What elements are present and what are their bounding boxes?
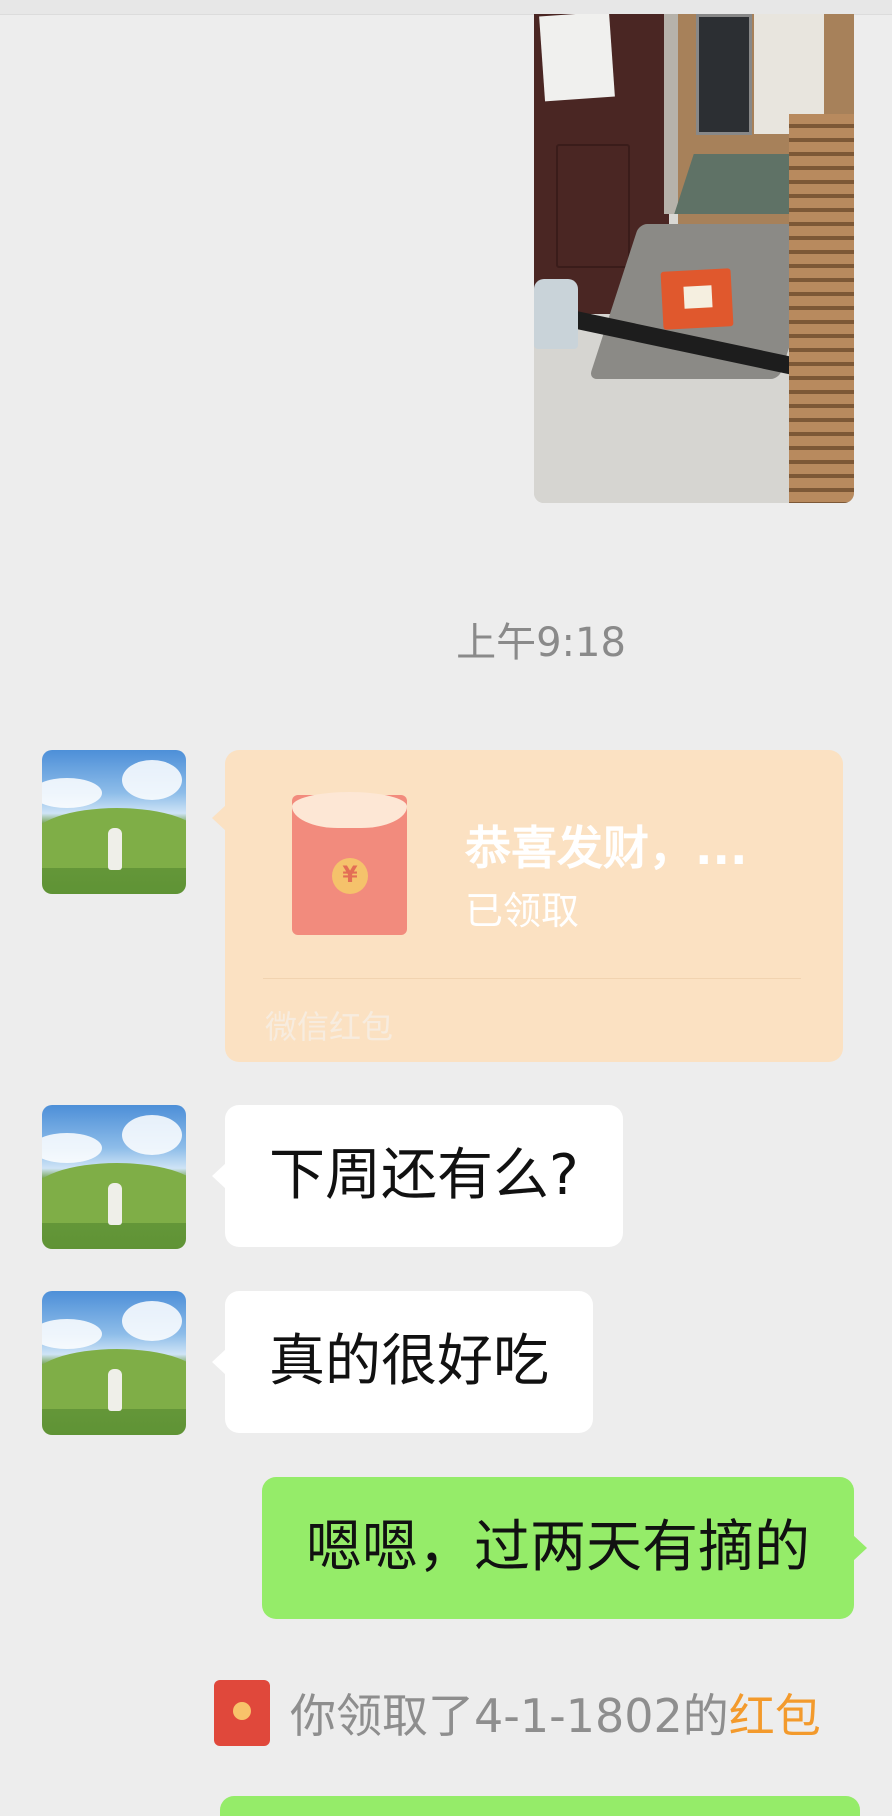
red-packet-icon-dot xyxy=(233,1702,251,1720)
avatar[interactable] xyxy=(42,1291,186,1435)
photo-fridge xyxy=(696,14,752,135)
yuan-coin-icon: ¥ xyxy=(332,858,368,894)
message-bubble-outgoing-partial[interactable] xyxy=(220,1796,860,1816)
notice-text: 你领取了4-1-1802的 xyxy=(290,1689,729,1743)
message-text: 真的很好吃 xyxy=(269,1329,549,1394)
photo-water-bottle xyxy=(534,279,578,349)
top-divider xyxy=(0,0,892,15)
photo-shoe-rack xyxy=(789,114,854,503)
red-packet-brand: 微信红包 xyxy=(265,1008,394,1046)
avatar-cloud xyxy=(42,1319,102,1349)
avatar-figure xyxy=(108,828,122,870)
message-bubble-outgoing[interactable]: 嗯嗯，过两天有摘的 xyxy=(262,1477,867,1619)
avatar-figure xyxy=(108,1183,122,1225)
avatar-cloud xyxy=(42,1133,102,1163)
message-text: 嗯嗯，过两天有摘的 xyxy=(306,1515,810,1580)
photo-package-label xyxy=(683,285,713,309)
photo-door-panel xyxy=(556,144,630,268)
avatar-cloud xyxy=(122,1115,182,1155)
red-packet-card[interactable]: ¥ 恭喜发财，... 已领取 微信红包 xyxy=(212,750,843,1062)
avatar-cloud xyxy=(122,760,182,800)
red-packet-title: 恭喜发财，... xyxy=(465,821,748,875)
avatar-cloud xyxy=(122,1301,182,1341)
message-text: 下周还有么? xyxy=(269,1143,579,1208)
avatar-figure xyxy=(108,1369,122,1411)
red-packet-divider xyxy=(263,978,801,979)
notice-red-packet-link[interactable]: 红包 xyxy=(729,1680,821,1746)
photo-message[interactable] xyxy=(534,14,854,503)
photo-door-frame xyxy=(664,14,678,214)
avatar[interactable] xyxy=(42,1105,186,1249)
message-bubble-incoming[interactable]: 真的很好吃 xyxy=(212,1291,593,1433)
red-packet-status: 已领取 xyxy=(465,889,580,933)
photo-paper xyxy=(539,14,615,102)
message-bubble-incoming[interactable]: 下周还有么? xyxy=(212,1105,623,1247)
avatar[interactable] xyxy=(42,750,186,894)
red-packet-notice: 你领取了4-1-1802的 红包 xyxy=(214,1678,821,1748)
red-envelope-flap xyxy=(292,792,407,828)
time-separator: 上午9:18 xyxy=(456,620,626,666)
red-packet-icon xyxy=(214,1680,270,1746)
avatar-cloud xyxy=(42,778,102,808)
